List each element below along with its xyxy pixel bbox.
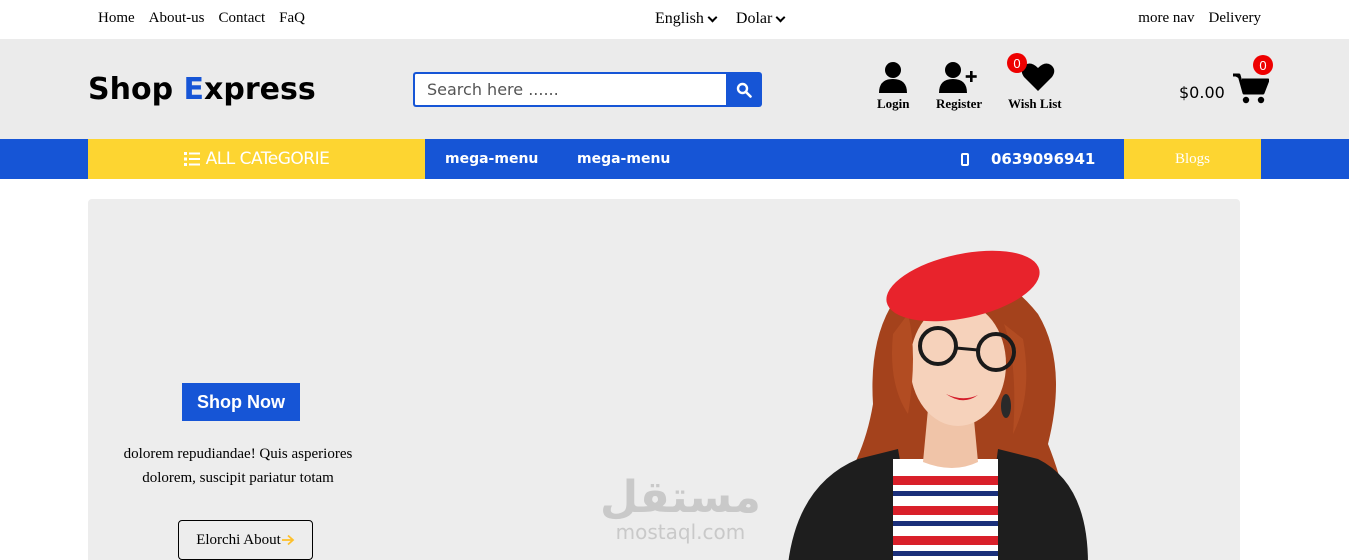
login-label: Login — [877, 96, 910, 111]
search-button[interactable] — [726, 72, 762, 107]
top-dropdowns: English Dolar — [655, 10, 786, 28]
login-button[interactable]: Login — [877, 61, 910, 112]
blogs-label: Blogs — [1174, 150, 1210, 167]
arrow-right-icon — [281, 534, 295, 546]
phone-number: 0639096941 — [991, 150, 1096, 168]
logo-text-2: xpress — [204, 72, 316, 107]
language-dropdown[interactable]: English — [655, 10, 718, 28]
top-bar: Home About-us Contact FaQ English Dolar … — [0, 0, 1349, 39]
user-plus-icon — [939, 62, 977, 93]
top-nav-right: more nav Delivery — [1138, 10, 1261, 27]
wishlist-label: Wish List — [1008, 96, 1062, 111]
search-icon — [736, 82, 752, 98]
search-input[interactable] — [413, 72, 726, 107]
main-header: Shop Express Login Register Wish L — [0, 39, 1349, 139]
top-nav-left: Home About-us Contact FaQ — [98, 10, 305, 27]
mega-menu-1[interactable]: mega-menu — [445, 151, 538, 167]
hero-banner: Shop Now dolorem repudiandae! Quis asper… — [88, 199, 1240, 560]
contact-link[interactable]: Contact — [219, 10, 266, 27]
list-icon — [183, 152, 200, 166]
cart-button[interactable]: $0.00 — [1179, 72, 1269, 104]
language-label: English — [655, 10, 704, 27]
cart-icon — [1232, 73, 1269, 104]
user-icon — [879, 62, 908, 93]
logo-text-1: Shop — [88, 72, 184, 107]
currency-dropdown[interactable]: Dolar — [735, 10, 786, 28]
main-nav: ALL CATeGORIE mega-menu mega-menu 063909… — [0, 139, 1349, 179]
about-link[interactable]: About-us — [149, 10, 205, 27]
cart-total: $0.00 — [1179, 82, 1225, 102]
chevron-down-icon — [775, 12, 786, 22]
cart-badge: 0 — [1253, 55, 1273, 75]
register-button[interactable]: Register — [936, 61, 982, 112]
watermark-latin: mostaql.com — [615, 520, 746, 544]
currency-label: Dolar — [735, 10, 773, 27]
about-button[interactable]: Elorchi About — [178, 520, 313, 560]
chevron-down-icon — [707, 12, 718, 22]
phone-contact[interactable]: 0639096941 — [961, 150, 1095, 168]
hero-description: dolorem repudiandae! Quis asperiores dol… — [123, 446, 353, 486]
more-nav-link[interactable]: more nav — [1138, 10, 1194, 27]
watermark-arabic: مستقل — [600, 472, 761, 523]
logo[interactable]: Shop Express — [88, 72, 316, 107]
wishlist-badge: 0 — [1007, 53, 1027, 73]
all-categories-label: ALL CATeGORIE — [205, 149, 330, 169]
search-bar — [413, 72, 762, 107]
delivery-link[interactable]: Delivery — [1209, 10, 1261, 27]
blogs-link[interactable]: Blogs — [1124, 139, 1261, 179]
logo-text-e: E — [183, 72, 205, 107]
register-label: Register — [936, 96, 983, 111]
faq-link[interactable]: FaQ — [279, 10, 305, 27]
home-link[interactable]: Home — [98, 10, 135, 27]
mega-menu-2[interactable]: mega-menu — [577, 151, 670, 167]
phone-icon — [961, 152, 969, 166]
shop-now-button[interactable]: Shop Now — [182, 383, 300, 421]
about-button-label: Elorchi About — [196, 531, 281, 548]
hero-model-image — [788, 250, 1088, 560]
all-categories-button[interactable]: ALL CATeGORIE — [88, 139, 425, 179]
watermark: مستقل mostaql.com — [600, 472, 761, 544]
